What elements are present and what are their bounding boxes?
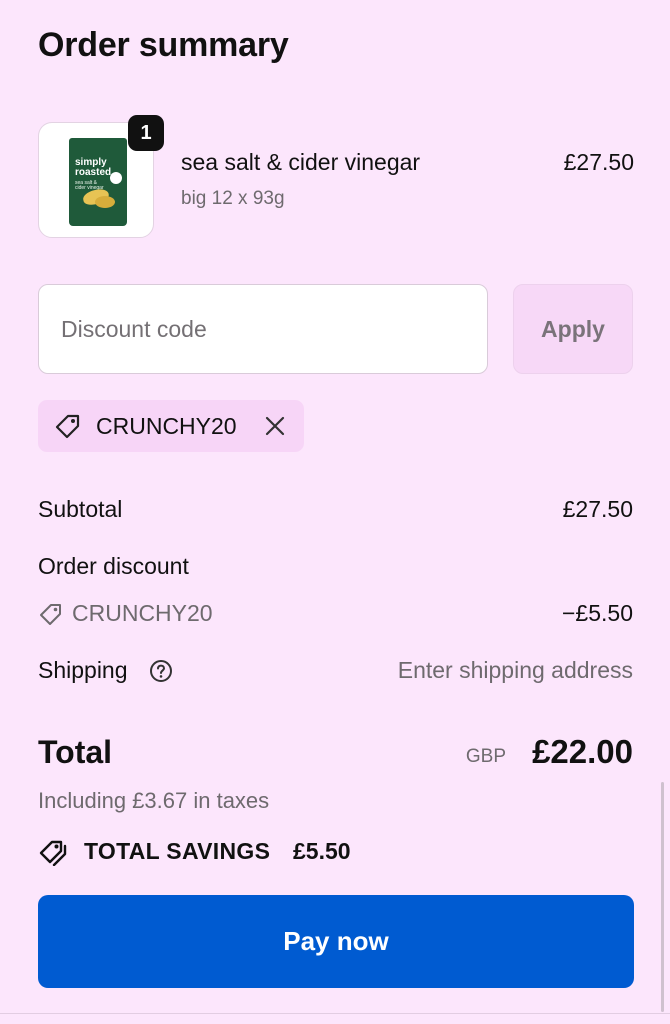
subtotal-value: £27.50: [562, 496, 633, 522]
quantity-badge: 1: [128, 115, 164, 151]
tag-icon: [54, 413, 82, 444]
apply-discount-button[interactable]: Apply: [513, 284, 633, 374]
discount-tag-icon: [38, 602, 64, 631]
subtotal-label: Subtotal: [38, 496, 123, 522]
order-summary-title: Order summary: [38, 26, 289, 64]
discount-amount: −£5.50: [562, 600, 633, 626]
savings-tags-icon: [38, 838, 70, 871]
shipping-label: Shipping: [38, 657, 128, 683]
pay-now-button[interactable]: Pay now: [38, 895, 634, 988]
product-price: £27.50: [563, 149, 634, 175]
remove-discount-icon[interactable]: [264, 415, 286, 442]
scrollbar[interactable]: [661, 782, 664, 1012]
help-icon[interactable]: [149, 659, 173, 688]
applied-discount-chip: CRUNCHY20: [38, 400, 304, 452]
shipping-value: Enter shipping address: [397, 657, 633, 683]
currency-code: GBP: [465, 746, 506, 767]
applied-discount-code: CRUNCHY20: [96, 413, 237, 439]
discount-code-label: CRUNCHY20: [72, 600, 213, 626]
line-item: simply roasted. sea salt & cider vinegar …: [38, 115, 634, 242]
order-discount-label: Order discount: [38, 553, 189, 579]
product-bag-illustration: simply roasted. sea salt & cider vinegar: [69, 138, 127, 226]
total-savings-label: TOTAL SAVINGS: [84, 838, 271, 864]
total-label: Total: [38, 734, 113, 770]
product-variant: big 12 x 93g: [181, 188, 285, 209]
total-amount: £22.00: [532, 733, 633, 770]
total-savings-value: £5.50: [293, 838, 351, 864]
discount-code-input[interactable]: [38, 284, 488, 374]
divider: [0, 1013, 670, 1014]
taxes-note: Including £3.67 in taxes: [38, 788, 270, 813]
product-name: sea salt & cider vinegar: [181, 149, 421, 175]
